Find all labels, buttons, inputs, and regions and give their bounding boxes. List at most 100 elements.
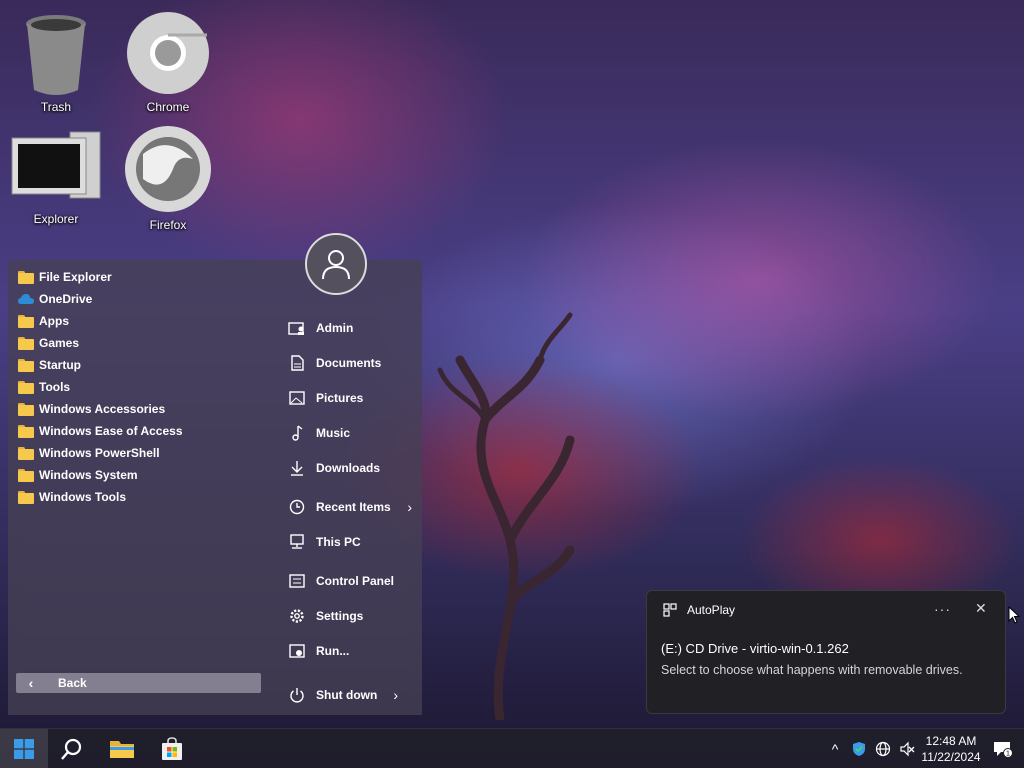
program-onedrive[interactable]: OneDrive	[18, 289, 92, 309]
more-options-icon[interactable]: ···	[934, 601, 951, 617]
program-label: Windows PowerShell	[39, 446, 160, 460]
speaker-muted-icon	[900, 741, 915, 757]
pc-icon	[290, 534, 304, 549]
program-windows-ease-of-access[interactable]: Windows Ease of Access	[18, 421, 183, 441]
tray-security[interactable]	[848, 729, 870, 768]
desktop-icon-label: Firefox	[149, 218, 187, 232]
shield-icon	[853, 742, 865, 756]
desktop-icon-label: Trash	[40, 100, 72, 114]
program-label: OneDrive	[39, 292, 93, 306]
folder-icon	[18, 314, 34, 328]
chevron-right-icon: ›	[393, 687, 398, 703]
place-downloads[interactable]: Downloads	[288, 457, 418, 479]
program-apps[interactable]: Apps	[18, 311, 69, 331]
program-label: Tools	[39, 380, 71, 394]
place-admin[interactable]: Admin	[288, 317, 418, 339]
taskbar-clock[interactable]: 12:48 AM 11/22/2024	[918, 733, 984, 765]
user-avatar[interactable]	[305, 233, 367, 295]
place-label: Downloads	[316, 461, 381, 475]
clock-date: 11/22/2024	[921, 750, 981, 764]
program-label: Startup	[39, 358, 81, 372]
notification-center-button[interactable]: 1	[990, 729, 1016, 768]
run-icon	[289, 644, 305, 658]
chevron-left-icon: ‹	[28, 675, 34, 691]
music-icon	[292, 425, 303, 441]
program-label: File Explorer	[39, 270, 112, 284]
back-label: Back	[58, 676, 87, 690]
clock-time: 12:48 AM	[925, 734, 977, 748]
notification-count: 1	[1006, 751, 1010, 758]
program-windows-powershell[interactable]: Windows PowerShell	[18, 443, 160, 463]
place-recent-items[interactable]: Recent Items ›	[288, 496, 418, 518]
place-label: Run...	[316, 644, 350, 658]
tray-network[interactable]	[872, 729, 894, 768]
search-button[interactable]	[48, 729, 96, 768]
folder-icon	[18, 358, 34, 372]
program-label: Apps	[39, 314, 69, 328]
folder-icon	[18, 270, 34, 284]
program-tools[interactable]: Tools	[18, 377, 70, 397]
program-startup[interactable]: Startup	[18, 355, 81, 375]
place-settings[interactable]: Settings	[288, 605, 418, 627]
folder-icon	[18, 380, 34, 394]
place-pictures[interactable]: Pictures	[288, 387, 418, 409]
folder-icon	[18, 468, 34, 482]
back-button[interactable]: ‹ Back	[16, 673, 261, 693]
desktop-icon-explorer[interactable]: Explorer	[6, 128, 106, 226]
place-documents[interactable]: Documents	[288, 352, 418, 374]
autoplay-icon	[663, 603, 677, 617]
tray-volume[interactable]	[896, 729, 918, 768]
start-button[interactable]	[0, 729, 48, 768]
folder-icon	[18, 490, 34, 504]
notification-header: AutoPlay	[663, 603, 735, 617]
program-file-explorer[interactable]: File Explorer	[18, 267, 112, 287]
desktop-icon-chrome[interactable]: Chrome	[118, 10, 218, 114]
program-label: Windows Tools	[39, 490, 126, 504]
place-label: Control Panel	[316, 574, 395, 588]
autoplay-notification[interactable]: AutoPlay ··· ✕ (E:) CD Drive - virtio-wi…	[646, 590, 1006, 714]
program-windows-accessories[interactable]: Windows Accessories	[18, 399, 165, 419]
desktop-icon-label: Chrome	[146, 100, 190, 114]
place-label: This PC	[316, 535, 361, 549]
taskbar: ^ 12:48 AM 11/22/2024 1	[0, 728, 1024, 768]
program-windows-tools[interactable]: Windows Tools	[18, 487, 126, 507]
notification-body: Select to choose what happens with remov…	[661, 663, 963, 677]
control-panel-icon	[289, 574, 305, 588]
search-icon	[61, 738, 82, 760]
desktop-icon-label: Explorer	[33, 212, 79, 226]
start-menu-programs: File Explorer OneDrive Apps Games Startu…	[8, 260, 270, 715]
place-label: Music	[316, 426, 351, 440]
place-label: Pictures	[316, 391, 364, 405]
place-label: Admin	[316, 321, 354, 335]
mouse-cursor-icon	[1008, 606, 1020, 624]
folder-icon	[18, 424, 34, 438]
start-menu-places: Admin Documents Pictures Music Downloads…	[270, 260, 422, 715]
place-music[interactable]: Music	[288, 422, 418, 444]
place-this-pc[interactable]: This PC	[288, 531, 418, 553]
shutdown-label: Shut down	[316, 688, 378, 702]
program-games[interactable]: Games	[18, 333, 79, 353]
store-icon	[162, 737, 182, 760]
place-run[interactable]: Run...	[288, 640, 418, 662]
program-windows-system[interactable]: Windows System	[18, 465, 138, 485]
close-icon[interactable]: ✕	[975, 600, 987, 617]
folder-icon	[18, 402, 34, 416]
desktop-icon-firefox[interactable]: Firefox	[118, 124, 218, 232]
cloud-icon	[18, 293, 34, 304]
firefox-icon	[125, 126, 211, 212]
download-icon	[291, 461, 303, 476]
document-icon	[291, 355, 304, 371]
notification-icon: 1	[994, 742, 1013, 758]
picture-icon	[289, 391, 305, 405]
taskbar-store[interactable]	[148, 729, 196, 768]
tray-overflow-button[interactable]: ^	[824, 729, 846, 768]
desktop-icon-trash[interactable]: Trash	[6, 10, 106, 114]
taskbar-file-explorer[interactable]	[98, 729, 146, 768]
wallpaper-tree	[437, 312, 575, 720]
place-control-panel[interactable]: Control Panel	[288, 570, 418, 592]
gear-icon	[290, 609, 304, 623]
windows-logo-icon	[14, 739, 34, 759]
user-icon	[322, 250, 350, 280]
clock-icon	[289, 499, 305, 515]
shutdown-button[interactable]: Shut down ›	[288, 684, 418, 706]
